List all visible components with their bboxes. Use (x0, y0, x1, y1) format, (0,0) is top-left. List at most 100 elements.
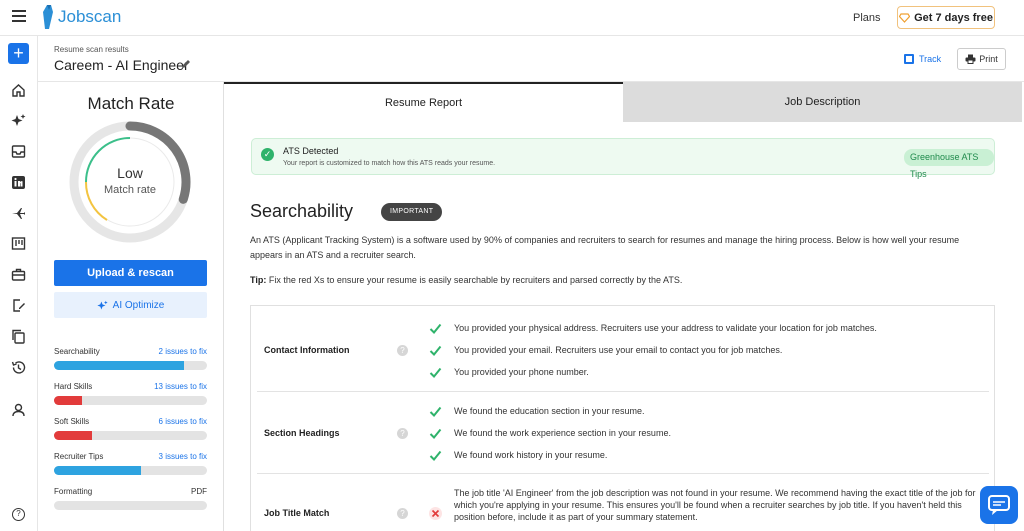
upload-rescan-button[interactable]: Upload & rescan (54, 260, 207, 286)
metric-bar (54, 361, 207, 370)
metric-bar (54, 466, 207, 475)
track-button[interactable]: Track (904, 54, 941, 64)
important-badge: IMPORTANT (381, 203, 443, 221)
left-rail: + (0, 36, 38, 531)
metric-status-link[interactable]: 6 issues to fix (159, 417, 207, 426)
help-icon[interactable]: ? (397, 508, 408, 519)
metric-bar-fill (54, 466, 142, 475)
help-icon[interactable]: ? (397, 428, 408, 439)
check-text: You provided your physical address. Recr… (454, 323, 877, 333)
check-label: Contact Information (264, 345, 350, 355)
menu-icon[interactable] (12, 10, 26, 22)
metric-bar (54, 396, 207, 405)
check-row-section-headings: Section Headings ? We found the educatio… (257, 392, 989, 474)
metric-searchability: Searchability 2 issues to fix (54, 347, 207, 370)
match-level: Low (117, 165, 143, 181)
metric-bar (54, 431, 207, 440)
new-scan-button[interactable]: + (8, 43, 29, 64)
metric-status-link[interactable]: 3 issues to fix (159, 452, 207, 461)
check-text: We found work history in your resume. (454, 450, 608, 460)
metric-hard-skills: Hard Skills 13 issues to fix (54, 382, 207, 405)
match-rate-gauge (69, 121, 191, 243)
sparkle-icon[interactable] (11, 113, 26, 128)
inbox-icon[interactable] (11, 144, 26, 159)
free-trial-label: Get 7 days free (914, 11, 993, 24)
tip-label: Tip: (250, 275, 267, 285)
check-item: We found the work experience section in … (429, 427, 671, 440)
section-intro: An ATS (Applicant Tracking System) is a … (250, 235, 960, 260)
scan-subtitle: Resume scan results (54, 45, 129, 54)
tab-resume-report[interactable]: Resume Report (224, 82, 623, 122)
section-tip: Tip: Fix the red Xs to ensure your resum… (250, 275, 682, 285)
report-content: ✓ ATS Detected Your report is customized… (224, 122, 1024, 531)
check-circle-icon: ✓ (261, 148, 274, 161)
print-label: Print (979, 54, 998, 64)
ats-tips-button[interactable]: Greenhouse ATS Tips (904, 149, 994, 179)
checkmark-icon (429, 450, 442, 461)
check-item: We found work history in your resume. (429, 449, 607, 462)
metric-name: Searchability (54, 347, 100, 356)
metric-formatting: Formatting PDF (54, 487, 207, 510)
metric-name: Recruiter Tips (54, 452, 104, 461)
metric-bar-fill (54, 361, 185, 370)
match-label: Match rate (104, 184, 156, 196)
metric-name: Soft Skills (54, 417, 90, 426)
ats-detected-banner: ✓ ATS Detected Your report is customized… (251, 138, 995, 179)
diamond-icon (899, 12, 911, 23)
track-icon (904, 54, 914, 64)
pencil-icon[interactable] (181, 59, 191, 69)
briefcase-icon[interactable] (11, 267, 26, 282)
help-icon[interactable]: ? (12, 508, 25, 521)
ai-optimize-button[interactable]: AI Optimize (54, 292, 207, 318)
metric-name: Hard Skills (54, 382, 93, 391)
checkmark-icon (429, 345, 442, 356)
check-item: We found the education section in your r… (429, 405, 644, 418)
check-label: Job Title Match (264, 508, 330, 518)
checkmark-icon (429, 428, 442, 439)
metric-soft-skills: Soft Skills 6 issues to fix (54, 417, 207, 440)
checkmark-icon (429, 406, 442, 417)
chat-icon (988, 495, 1010, 515)
scan-header: Resume scan results Careem - AI Engineer… (38, 36, 1024, 82)
checkmark-icon (429, 323, 442, 334)
home-icon[interactable] (11, 83, 26, 98)
plane-icon[interactable] (11, 206, 26, 221)
jobscan-logo-icon (43, 5, 53, 29)
print-button[interactable]: Print (957, 48, 1006, 70)
section-title: Searchability (250, 201, 354, 221)
track-label: Track (919, 54, 942, 64)
check-item: You provided your email. Recruiters use … (429, 344, 782, 357)
help-icon[interactable]: ? (397, 345, 408, 356)
check-text: You provided your email. Recruiters use … (454, 345, 783, 355)
check-text: The job title 'AI Engineer' from the job… (454, 488, 976, 522)
searchability-checks: Contact Information ? You provided your … (250, 305, 995, 531)
checkmark-icon (429, 367, 442, 378)
board-icon[interactable] (11, 236, 26, 251)
check-row-job-title: Job Title Match ? The job title 'AI Engi… (257, 474, 989, 531)
ats-title: ATS Detected (283, 146, 339, 156)
profile-icon[interactable] (11, 402, 26, 417)
free-trial-button[interactable]: Get 7 days free (897, 6, 995, 29)
tip-text: Fix the red Xs to ensure your resume is … (268, 275, 683, 285)
tab-job-description[interactable]: Job Description (623, 82, 1022, 122)
check-label: Section Headings (264, 428, 340, 438)
linkedin-icon[interactable] (11, 175, 26, 190)
metric-name: Formatting (54, 487, 93, 496)
copy-icon[interactable] (11, 329, 26, 344)
history-icon[interactable] (11, 360, 26, 375)
document-edit-icon[interactable] (11, 298, 26, 313)
match-rate-title: Match Rate (87, 94, 175, 113)
logo-text: Jobscan (58, 7, 122, 26)
metric-status-link[interactable]: 2 issues to fix (159, 347, 207, 356)
metric-bar-fill (54, 396, 82, 405)
metric-recruiter-tips: Recruiter Tips 3 issues to fix (54, 452, 207, 475)
metric-status-link[interactable]: 13 issues to fix (154, 382, 207, 391)
metric-status: PDF (191, 487, 207, 496)
sparkle-icon (97, 300, 108, 310)
plans-link[interactable]: Plans (853, 12, 881, 24)
chat-launcher-button[interactable] (980, 486, 1018, 524)
logo[interactable]: Jobscan (42, 4, 121, 30)
x-mark-icon (429, 507, 442, 520)
match-rate-panel: Match Rate Low Match rate Upload & resca… (38, 82, 224, 531)
check-item: You provided your phone number. (429, 366, 589, 379)
